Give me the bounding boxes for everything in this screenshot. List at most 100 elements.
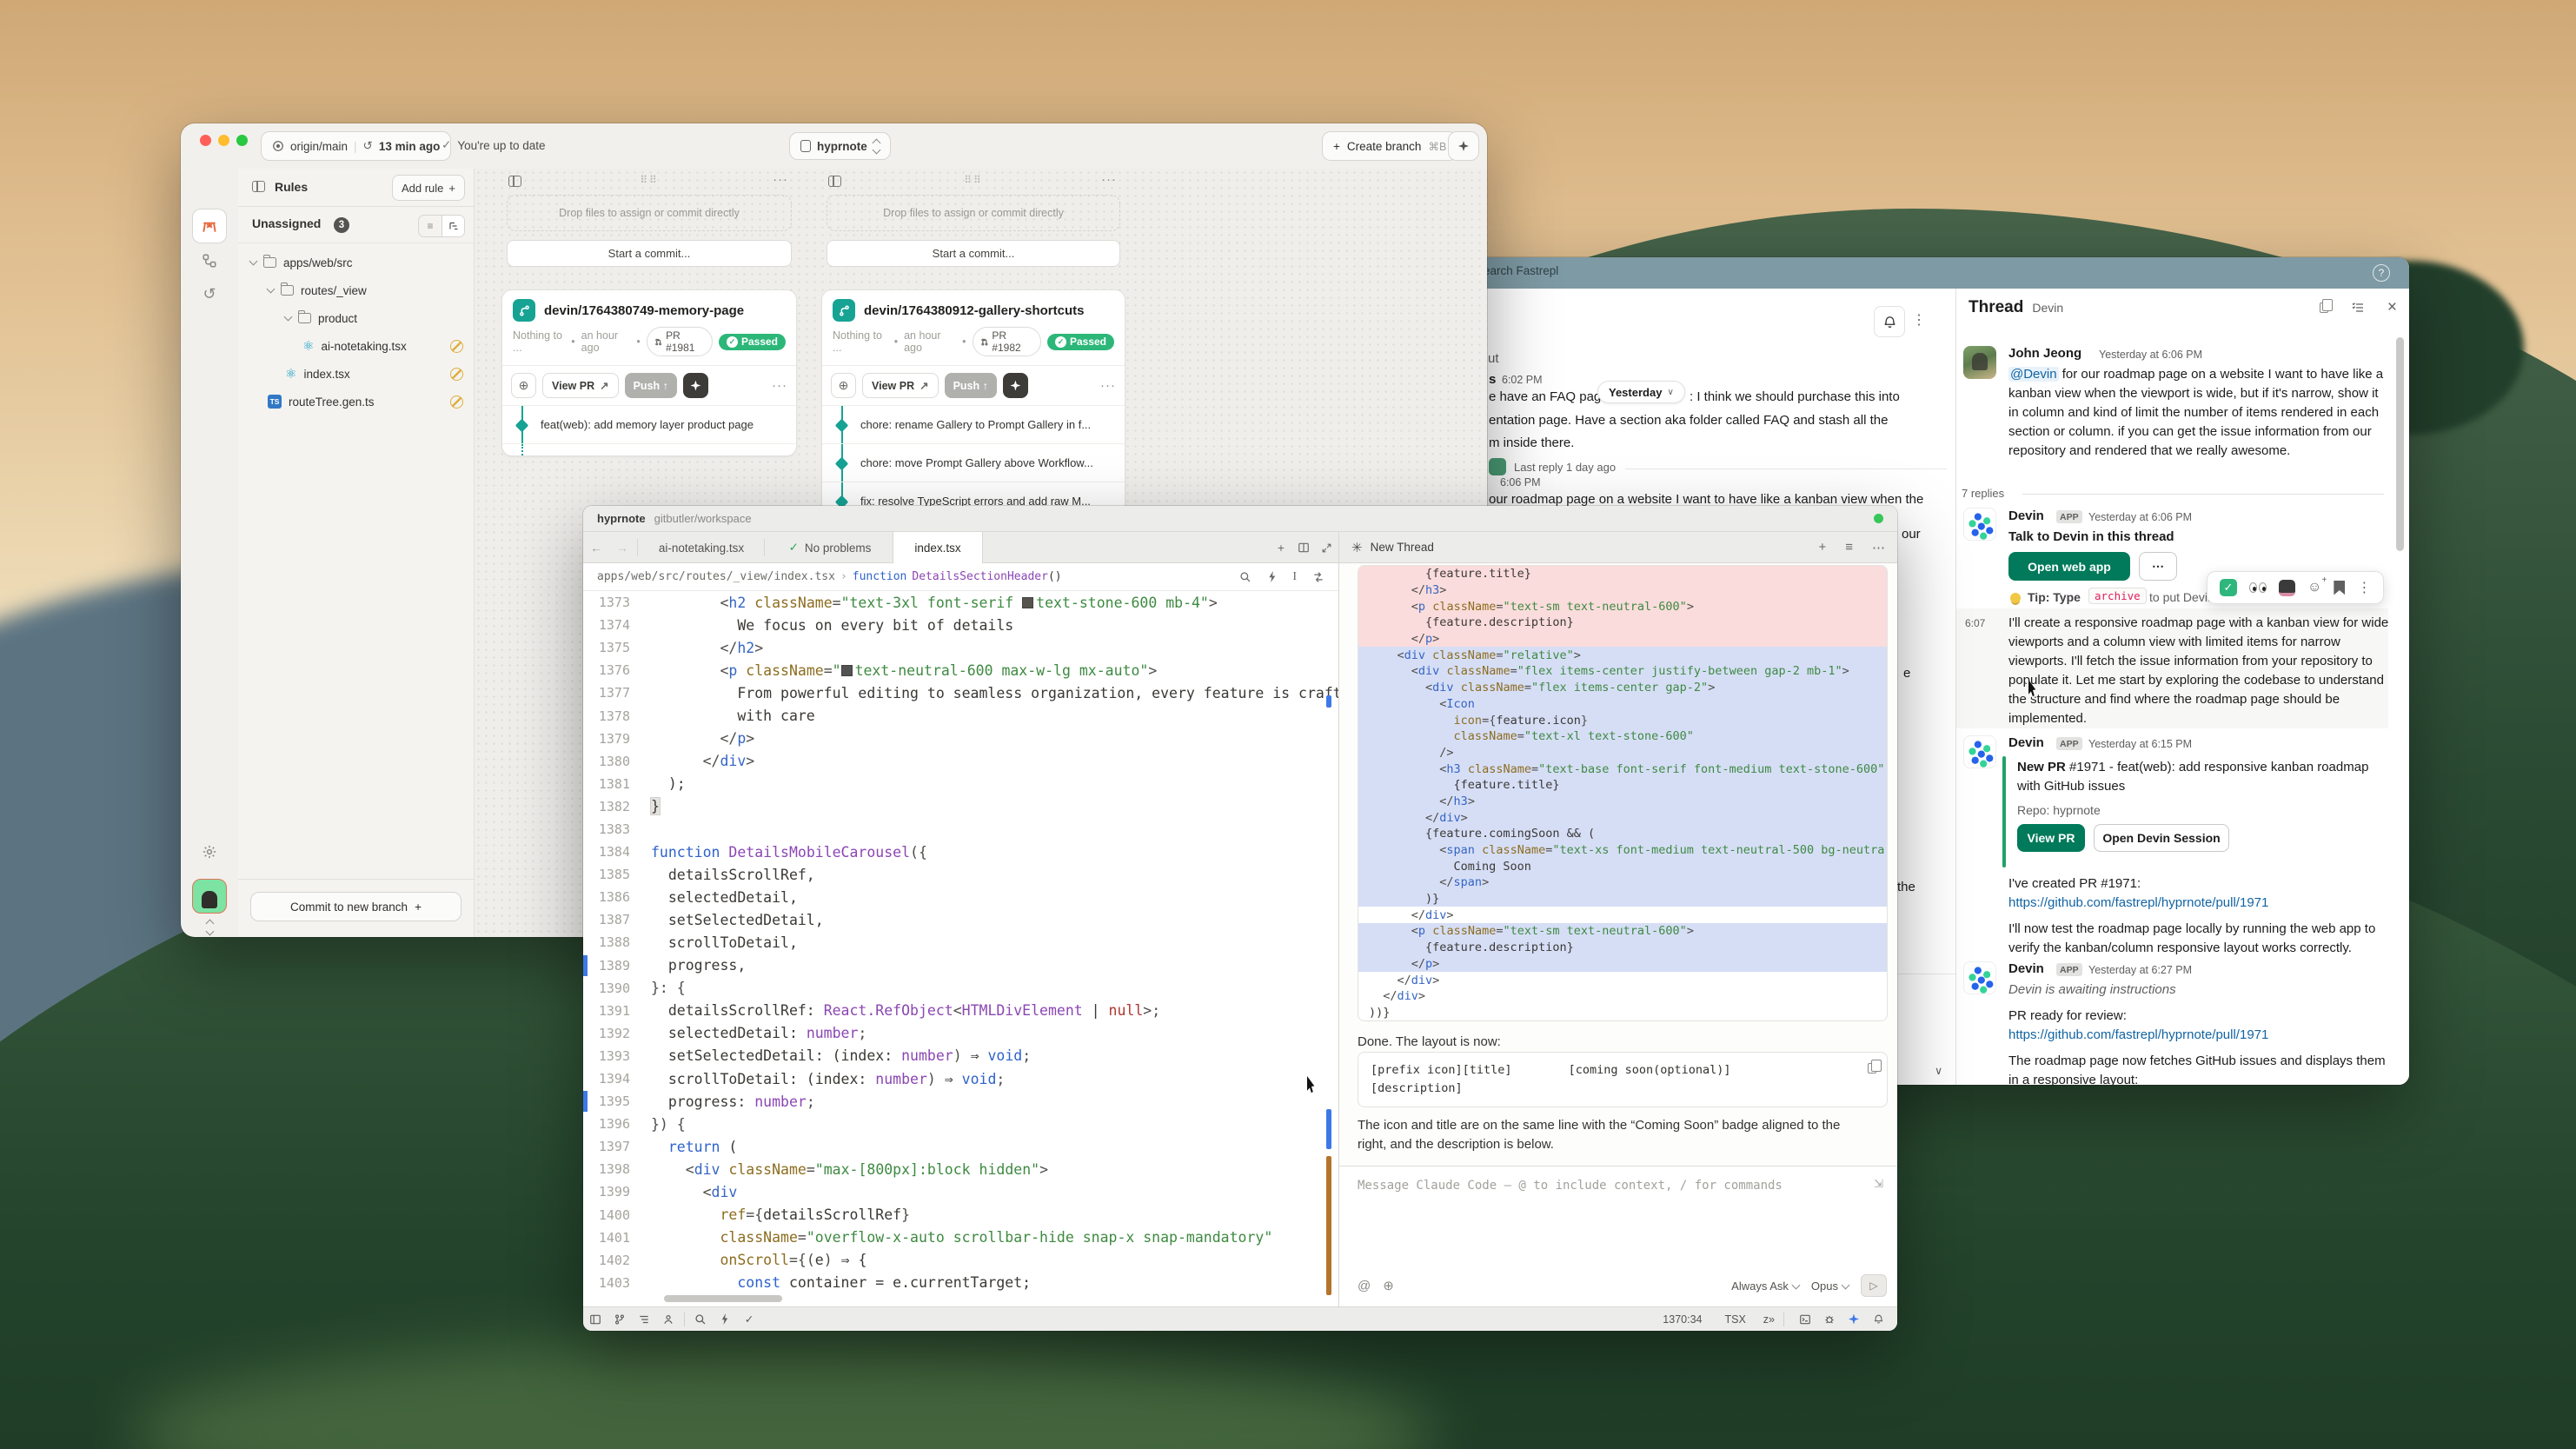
code-line[interactable]: 1397 return (: [583, 1135, 1338, 1158]
pr-link[interactable]: https://github.com/fastrepl/hyprnote/pul…: [2008, 1026, 2391, 1045]
share-indicator[interactable]: [1874, 514, 1883, 523]
code-line[interactable]: 1387 setSelectedDetail,: [583, 908, 1338, 931]
push-button[interactable]: Push ↑: [625, 373, 677, 398]
message-input-placeholder[interactable]: Message Claude Code — @ to include conte…: [1358, 1179, 1783, 1193]
tree-view-toggle[interactable]: [442, 216, 464, 236]
lane-menu-icon[interactable]: ···: [773, 172, 788, 187]
panel-menu-icon[interactable]: ⋯: [1872, 540, 1885, 555]
search-icon[interactable]: [1239, 571, 1251, 583]
expand-input-icon[interactable]: ⇲: [1874, 1177, 1883, 1191]
code-line[interactable]: 1399 <div: [583, 1180, 1338, 1203]
code-line[interactable]: 1388 scrollToDetail,: [583, 931, 1338, 954]
editor-titlebar[interactable]: hyprnote gitbutler/workspace: [583, 506, 1897, 532]
slack-search-input[interactable]: Search Fastrepl: [1476, 264, 1558, 277]
breadcrumb[interactable]: apps/web/src/routes/_view/index.tsx › fu…: [583, 563, 1338, 591]
branch-card[interactable]: devin/1764380749-memory-pageNothing to .…: [501, 289, 797, 456]
technologist-emoji-button[interactable]: [2279, 580, 2295, 596]
code-line[interactable]: 1392 selectedDetail: number;: [583, 1022, 1338, 1045]
message-author[interactable]: John Jeong: [2008, 346, 2081, 361]
checklist-icon[interactable]: [2351, 301, 2365, 315]
ai-commit-button[interactable]: [683, 373, 708, 398]
pr-pill[interactable]: PR #1981: [647, 327, 713, 356]
drop-zone[interactable]: Drop files to assign or commit directly: [827, 195, 1120, 231]
zoom-button[interactable]: [236, 135, 248, 146]
code-line[interactable]: 1401 className="overflow-x-auto scrollba…: [583, 1226, 1338, 1249]
file-tree-item[interactable]: ⚛index.tsx: [238, 360, 474, 388]
code-line[interactable]: 1396}) {: [583, 1113, 1338, 1135]
lane-assign-icon[interactable]: [828, 176, 841, 187]
avatar-devin[interactable]: [1963, 961, 1996, 994]
message-author[interactable]: Devin: [2008, 735, 2044, 750]
branches-tab[interactable]: [192, 243, 227, 278]
diagnostics-icon[interactable]: [713, 1313, 737, 1325]
mention[interactable]: @Devin: [2008, 367, 2059, 382]
card-menu-icon[interactable]: ···: [1100, 378, 1116, 393]
project-panel-icon[interactable]: [583, 1313, 607, 1326]
branch-card[interactable]: devin/1764380912-gallery-shortcutsNothin…: [821, 289, 1125, 533]
commit-row[interactable]: feat(web): add memory layer product page: [502, 405, 796, 443]
nav-back-icon[interactable]: ←: [583, 532, 609, 563]
more-actions-button[interactable]: ⋯: [2139, 552, 2177, 581]
code-line[interactable]: 1384function DetailsMobileCarousel({: [583, 841, 1338, 863]
ai-commit-button[interactable]: [1003, 373, 1028, 398]
open-devin-session-button[interactable]: Open Devin Session: [2094, 824, 2229, 852]
view-pr-button[interactable]: View PR: [2017, 824, 2085, 852]
code-line[interactable]: 1391 detailsScrollRef: React.RefObject<H…: [583, 1000, 1338, 1022]
assistant-input-area[interactable]: Message Claude Code — @ to include conte…: [1339, 1166, 1897, 1306]
branch-name[interactable]: devin/1764380749-memory-page: [544, 303, 744, 318]
user-avatar[interactable]: [192, 879, 227, 914]
file-tree-item[interactable]: routes/_view: [238, 276, 474, 304]
tab-index-tsx[interactable]: index.tsx: [893, 532, 983, 563]
file-tree-item[interactable]: TSrouteTree.gen.ts: [238, 388, 474, 415]
debug-icon[interactable]: [1817, 1313, 1842, 1326]
commit-to-new-branch-button[interactable]: Commit to new branch+: [250, 892, 461, 921]
card-menu-icon[interactable]: ···: [772, 378, 787, 393]
language-mode[interactable]: TSX: [1724, 1313, 1745, 1326]
code-line[interactable]: 1373 <h2 className="text-3xl font-serif …: [583, 591, 1338, 614]
message-timestamp[interactable]: Yesterday at 6:06 PM: [2088, 511, 2192, 523]
code-line[interactable]: 1381 );: [583, 773, 1338, 795]
code-line[interactable]: 1386 selectedDetail,: [583, 886, 1338, 908]
file-tree-item[interactable]: ⚛ai-notetaking.tsx: [238, 332, 474, 360]
git-branch-icon[interactable]: [607, 1313, 632, 1326]
chevron-down-icon[interactable]: [284, 313, 293, 322]
start-commit-button[interactable]: Start a commit...: [827, 240, 1120, 267]
code-line[interactable]: 1389 progress,: [583, 954, 1338, 977]
permission-mode-select[interactable]: Always Ask: [1731, 1280, 1799, 1293]
horizontal-scrollbar-thumb[interactable]: [664, 1295, 782, 1302]
ci-status-badge[interactable]: ✓Passed: [719, 334, 786, 350]
code-line[interactable]: 1377 From powerful editing to seamless o…: [583, 681, 1338, 704]
push-button[interactable]: Push ↑: [945, 373, 997, 398]
file-tree-item[interactable]: product: [238, 304, 474, 332]
view-pr-button[interactable]: View PR ↗: [542, 373, 619, 398]
send-button[interactable]: ▷: [1861, 1274, 1887, 1297]
code-line[interactable]: 1395 progress: number;: [583, 1090, 1338, 1113]
terminal-icon[interactable]: [1793, 1313, 1817, 1326]
commit-row[interactable]: chore: rename Gallery to Prompt Gallery …: [822, 405, 1125, 443]
code-line[interactable]: 1378 with care: [583, 704, 1338, 727]
lane-drag-handle[interactable]: ⠿⠿: [640, 174, 659, 186]
quick-action-icon[interactable]: [1267, 571, 1277, 582]
new-tab-icon[interactable]: +: [1270, 532, 1292, 563]
open-in-window-icon[interactable]: [2320, 302, 2328, 313]
tab-ai-notetaking[interactable]: ai-notetaking.tsx: [641, 532, 762, 563]
branch-name[interactable]: devin/1764380912-gallery-shortcuts: [864, 303, 1084, 318]
commit-row[interactable]: chore: move Prompt Gallery above Workflo…: [822, 443, 1125, 482]
chevron-down-icon[interactable]: [267, 285, 276, 294]
add-reaction-icon[interactable]: ☺: [2307, 580, 2321, 595]
chevron-down-icon[interactable]: [249, 257, 258, 266]
new-thread-icon[interactable]: +: [1818, 540, 1826, 555]
code-line[interactable]: 1403 const container = e.currentTarget;: [583, 1272, 1338, 1294]
code-line[interactable]: 1374 We focus on every bit of details: [583, 614, 1338, 636]
notifications-bell-icon[interactable]: [1866, 1313, 1890, 1325]
ai-actions-button[interactable]: [1448, 131, 1479, 161]
message-author[interactable]: Devin: [2008, 508, 2044, 523]
workspace-tab[interactable]: [192, 209, 227, 243]
message-author[interactable]: Devin: [2008, 961, 2044, 976]
code-line[interactable]: 1400 ref={detailsScrollRef}: [583, 1204, 1338, 1226]
project-switcher[interactable]: hyprnote: [789, 132, 891, 160]
create-branch-button[interactable]: +Create branch ⌘B: [1322, 131, 1457, 161]
settings-icon[interactable]: [192, 834, 227, 869]
checks-icon[interactable]: ✓: [737, 1313, 761, 1326]
code-line[interactable]: 1393 setSelectedDetail: (index: number) …: [583, 1045, 1338, 1067]
